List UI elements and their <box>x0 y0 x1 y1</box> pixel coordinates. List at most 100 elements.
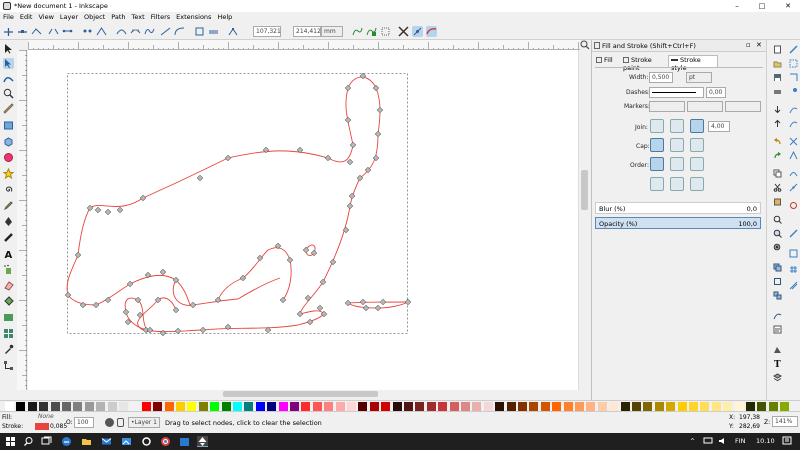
color-swatch[interactable] <box>666 402 676 411</box>
show-mask-icon[interactable] <box>366 26 377 37</box>
end-marker-select[interactable] <box>725 101 761 112</box>
path-node[interactable] <box>224 154 232 162</box>
mesh-tool-icon[interactable] <box>3 328 14 339</box>
file-explorer-icon[interactable] <box>81 436 92 447</box>
color-swatch[interactable] <box>620 402 630 411</box>
snap-path-icon[interactable] <box>789 119 798 128</box>
path-node[interactable] <box>116 206 124 214</box>
open-document-icon[interactable] <box>773 59 782 68</box>
color-swatch[interactable] <box>461 402 470 411</box>
snap-intersection-icon[interactable] <box>789 137 798 146</box>
opacity-status-field[interactable]: 100 <box>74 417 94 428</box>
path-node[interactable] <box>319 278 327 286</box>
color-swatch[interactable] <box>27 402 37 411</box>
horizontal-scrollbar[interactable] <box>28 390 590 398</box>
path-node[interactable] <box>374 304 382 312</box>
snap-page-border-icon[interactable] <box>789 249 798 258</box>
color-swatch[interactable] <box>609 402 619 411</box>
search-icon[interactable] <box>23 436 34 447</box>
menu-path[interactable]: Path <box>108 12 128 23</box>
zoom-selection-icon[interactable] <box>773 215 782 224</box>
photos-icon[interactable] <box>121 436 132 447</box>
x-coordinate-field[interactable]: 107,321 <box>253 26 281 37</box>
color-swatch[interactable] <box>335 402 345 411</box>
color-swatch[interactable] <box>233 402 242 411</box>
color-swatch[interactable] <box>358 402 368 411</box>
path-node[interactable] <box>348 192 356 200</box>
order-markers-stroke-fill-button[interactable] <box>690 177 704 191</box>
zoom-field[interactable]: 141% <box>772 416 798 427</box>
copy-icon[interactable] <box>773 169 782 178</box>
color-swatch[interactable] <box>153 402 163 411</box>
snap-grid-icon[interactable] <box>789 265 798 274</box>
color-swatch[interactable] <box>632 402 641 411</box>
stroke-color-swatch[interactable] <box>35 423 49 430</box>
dash-offset-field[interactable]: 0,00 <box>706 87 726 98</box>
color-swatch[interactable] <box>312 402 322 411</box>
mid-marker-select[interactable] <box>687 101 723 112</box>
stroke-width-value[interactable]: 0,085 <box>50 423 67 430</box>
path-node[interactable] <box>324 154 332 162</box>
path-node[interactable] <box>296 310 304 318</box>
path-node[interactable] <box>404 298 412 306</box>
color-swatch[interactable] <box>347 402 356 411</box>
path-node[interactable] <box>349 141 357 149</box>
bucket-tool-icon[interactable] <box>3 296 14 307</box>
path-node[interactable] <box>196 174 204 182</box>
color-swatch[interactable] <box>700 402 710 411</box>
path-node[interactable] <box>344 116 352 124</box>
node-tool-icon[interactable] <box>3 58 14 69</box>
order-fill-markers-stroke-button[interactable] <box>690 157 704 171</box>
horizontal-scroll-thumb[interactable] <box>223 391 378 397</box>
undo-icon[interactable] <box>773 137 782 146</box>
path-node[interactable] <box>304 294 312 302</box>
path-node[interactable] <box>92 301 100 309</box>
show-outline-icon[interactable] <box>412 26 423 37</box>
text-tool-icon[interactable]: A <box>3 248 14 259</box>
calligraphy-tool-icon[interactable] <box>3 232 14 243</box>
horizontal-ruler[interactable] <box>28 40 580 50</box>
cut-icon[interactable] <box>773 183 782 192</box>
join-segment-icon[interactable] <box>62 26 73 37</box>
cusp-node-icon[interactable] <box>96 26 107 37</box>
show-clipping-path-icon[interactable] <box>352 26 363 37</box>
color-swatch[interactable] <box>654 402 664 411</box>
zoom-tool-icon[interactable] <box>3 88 14 99</box>
path-node[interactable] <box>302 246 310 254</box>
path-node[interactable] <box>104 208 112 216</box>
color-swatch[interactable] <box>290 402 299 411</box>
color-swatch[interactable] <box>449 402 459 411</box>
snap-center-icon[interactable] <box>789 201 798 210</box>
star-tool-icon[interactable] <box>3 168 14 179</box>
save-document-icon[interactable] <box>773 73 782 82</box>
document-properties-icon[interactable] <box>773 345 782 354</box>
panel-close-icon[interactable]: ✕ <box>756 41 762 49</box>
color-swatch[interactable] <box>50 402 60 411</box>
spiral-tool-icon[interactable] <box>3 184 14 195</box>
cap-round-button[interactable] <box>670 138 684 152</box>
color-swatch[interactable] <box>415 402 425 411</box>
opacity-slider[interactable]: Opacity (%) 100,0 <box>595 217 761 229</box>
color-swatch[interactable] <box>540 402 550 411</box>
cap-butt-button[interactable] <box>650 138 664 152</box>
order-fill-stroke-markers-button[interactable] <box>650 157 664 171</box>
path-node[interactable] <box>329 258 337 266</box>
network-icon[interactable] <box>703 437 713 445</box>
color-swatch[interactable] <box>757 402 767 411</box>
duplicate-icon[interactable] <box>773 263 782 272</box>
system-tray-chevron-icon[interactable]: ^ <box>690 438 695 445</box>
edge-browser-icon[interactable] <box>61 436 72 447</box>
menu-help[interactable]: Help <box>214 12 235 23</box>
color-swatch[interactable] <box>586 402 596 411</box>
measure-tool-icon[interactable] <box>3 103 14 114</box>
clock[interactable]: 10.10 <box>756 437 775 445</box>
color-swatch[interactable] <box>438 402 448 411</box>
smooth-node-icon[interactable] <box>116 26 127 37</box>
path-node[interactable] <box>306 318 314 326</box>
color-swatch[interactable] <box>506 402 516 411</box>
join-bevel-button[interactable] <box>690 119 704 133</box>
blur-slider[interactable]: Blur (%) 0,0 <box>595 202 761 214</box>
color-swatch[interactable] <box>267 402 277 411</box>
color-swatch[interactable] <box>119 402 128 411</box>
path-node[interactable] <box>344 84 352 92</box>
